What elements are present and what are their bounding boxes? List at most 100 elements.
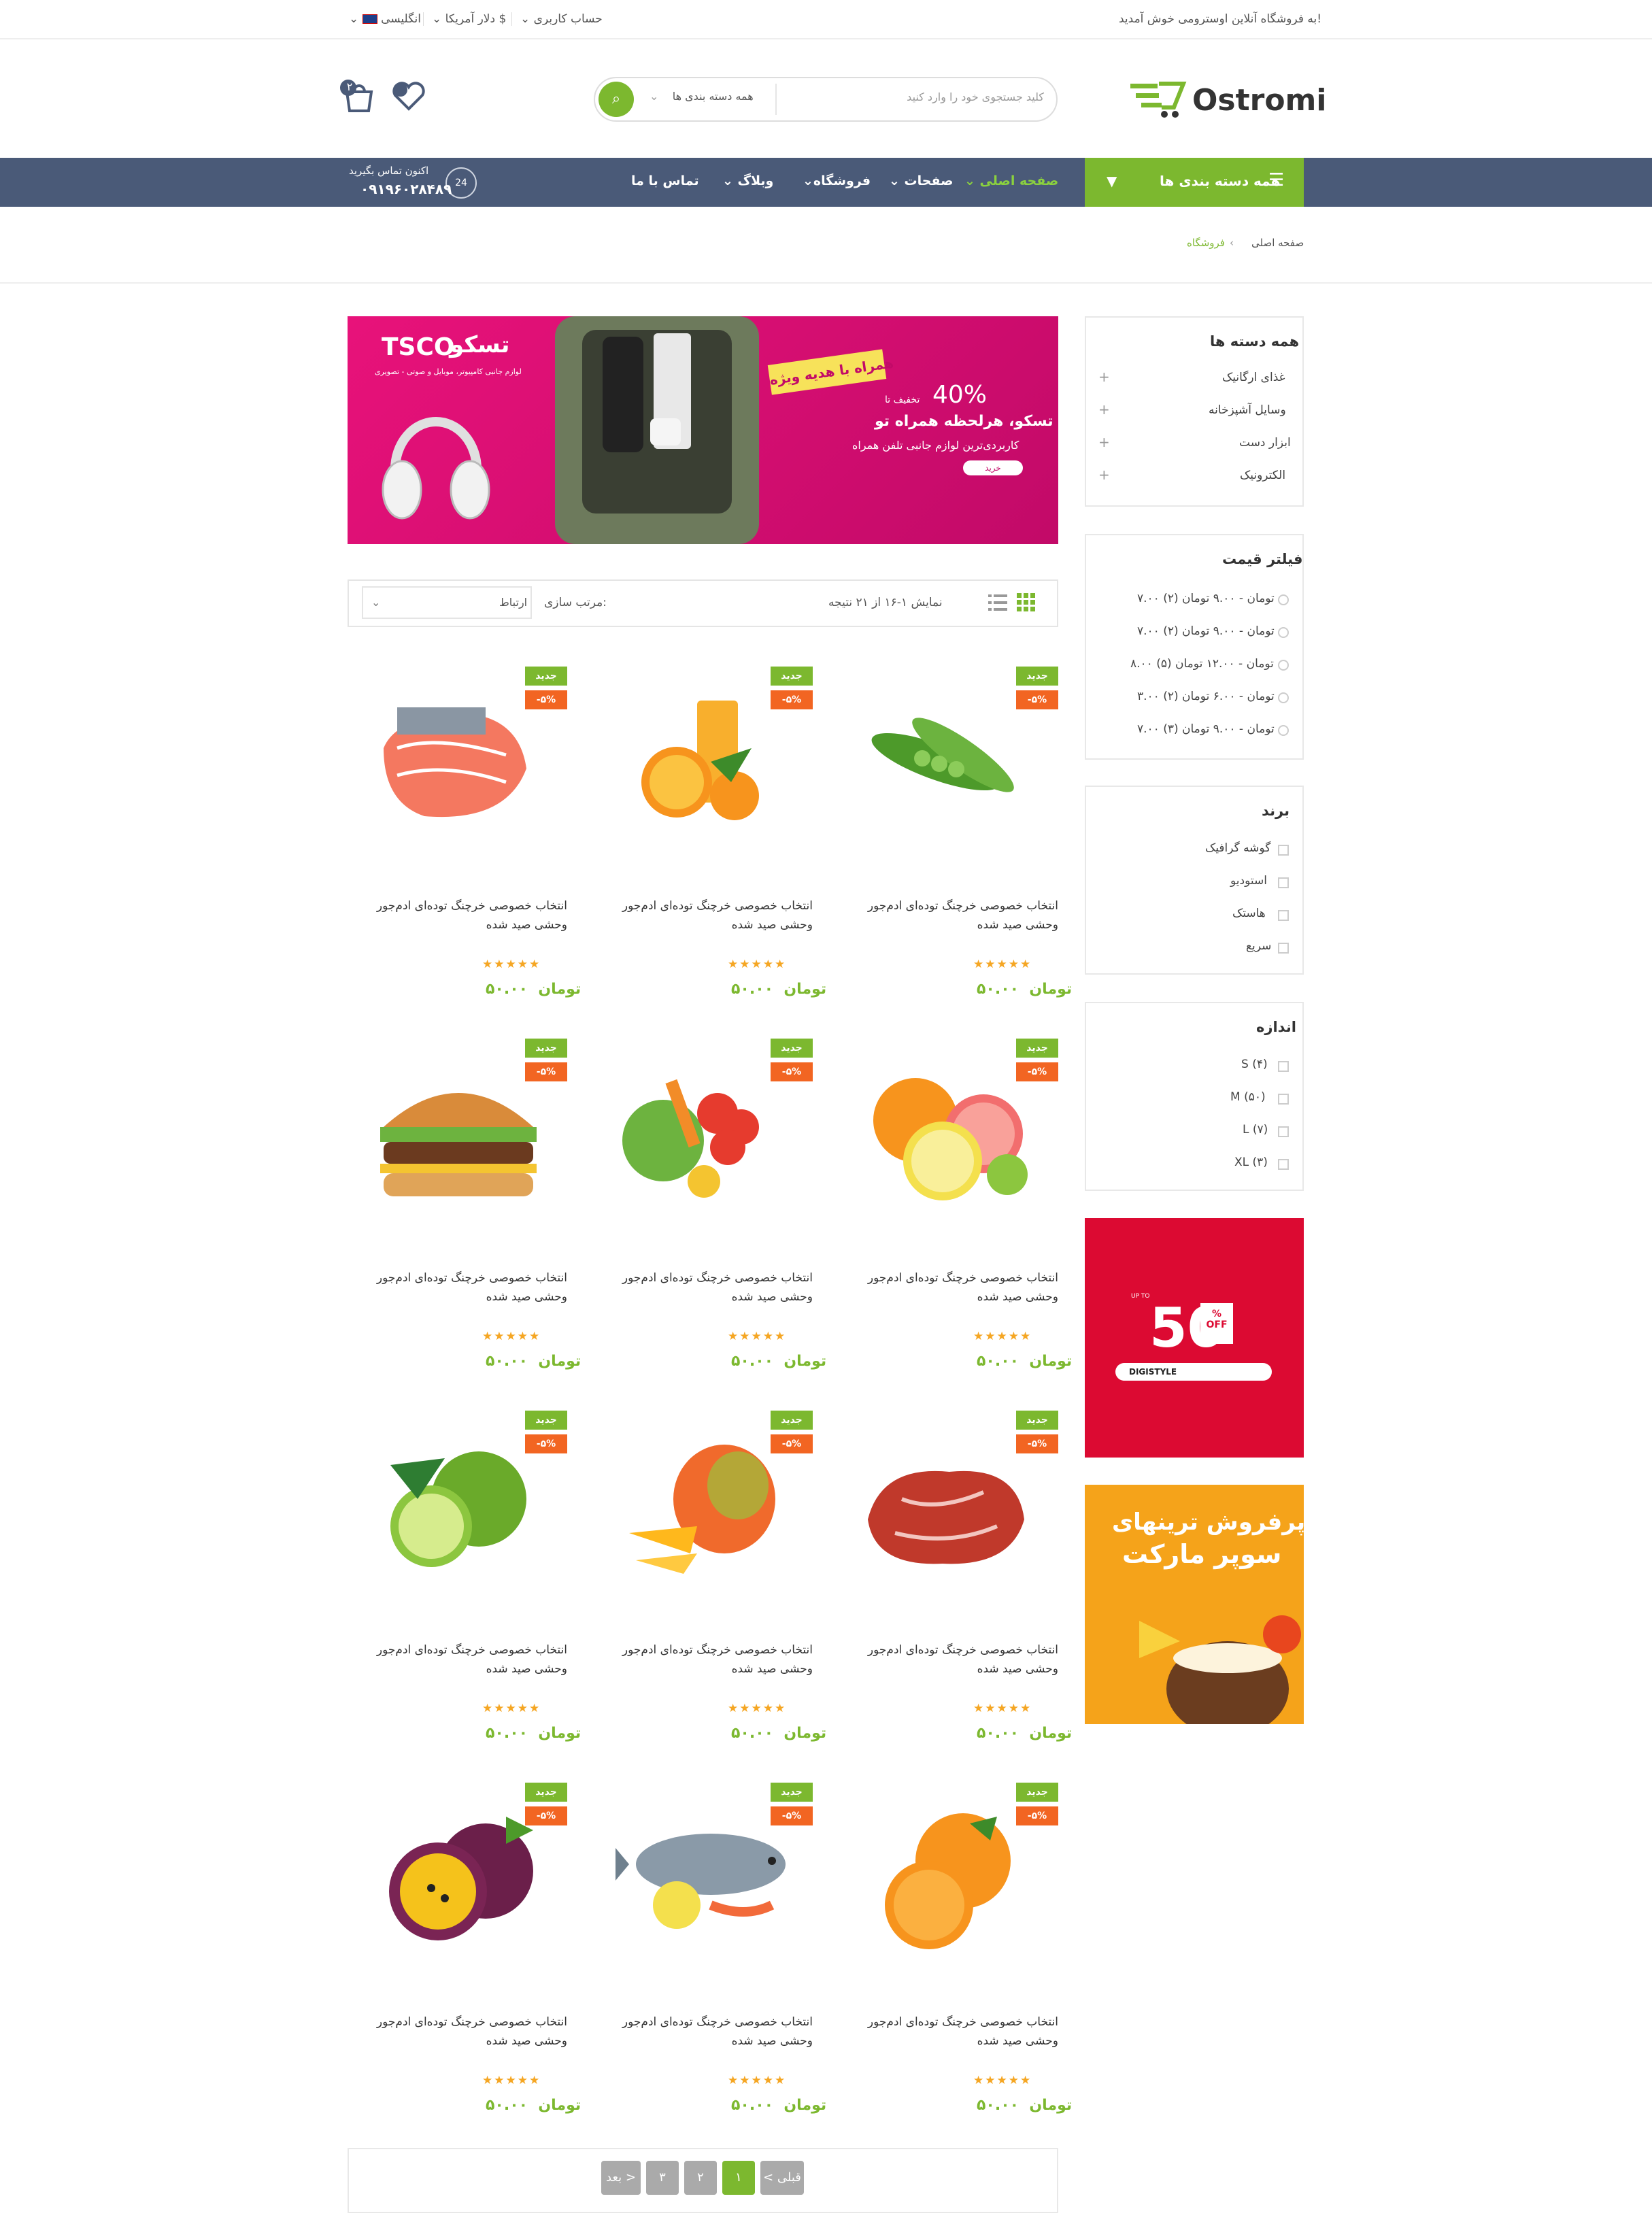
vegetables-icon[interactable] <box>616 1066 792 1209</box>
breadcrumb-home[interactable]: صفحه اصلی <box>1251 237 1304 249</box>
category-menu-button[interactable]: ▼ همه دسته بندی ها ☰ <box>1085 158 1304 207</box>
category-item[interactable]: ابزار دست <box>1239 436 1291 450</box>
pagination-next[interactable]: بعد > <box>601 2161 641 2195</box>
brand-checkbox[interactable] <box>1278 877 1289 888</box>
product-card[interactable]: جدید -۵% انتخاب خصوصی خرچنگ توده‌ای ادم‌جو… <box>841 1411 1072 1781</box>
peas-icon[interactable] <box>861 694 1038 837</box>
promo-banner[interactable]: TSCO تسکو لوازم جانبی کامپیوتر، موبایل و… <box>348 316 1058 544</box>
category-item[interactable]: غذای ارگانیک <box>1222 371 1285 384</box>
plus-icon[interactable]: + <box>1098 369 1110 385</box>
brand-option[interactable]: سریع <box>1246 939 1271 953</box>
nav-item-pages[interactable]: ⌄ صفحات <box>889 173 954 188</box>
product-title[interactable]: انتخاب خصوصی خرچنگ توده‌ای ادم‌جور وحشی ص… <box>356 896 567 935</box>
product-title[interactable]: انتخاب خصوصی خرچنگ توده‌ای ادم‌جور وحشی ص… <box>602 896 813 935</box>
list-view-icon[interactable] <box>988 593 1007 615</box>
product-card[interactable]: جدید -۵% انتخاب خصوصی خرچنگ توده‌ای ادم‌جو… <box>350 1783 581 2153</box>
currency-selector[interactable]: ⌄ دلار آمریکا $ <box>423 12 506 26</box>
price-option[interactable]: ۷.۰۰ تومان - ۹.۰۰ تومان (۳) <box>1137 722 1275 736</box>
search-button[interactable]: ⌕ <box>599 82 634 117</box>
fish-icon[interactable] <box>616 1810 792 1953</box>
price-radio[interactable] <box>1278 660 1289 671</box>
contact-phone[interactable]: ۰۹۱۹۶۰۲۸۴۸۹ <box>360 181 452 197</box>
product-card[interactable]: جدید -۵% انتخاب خصوصی خرچنگ توده‌ای ادم‌جو… <box>841 1039 1072 1409</box>
product-title[interactable]: انتخاب خصوصی خرچنگ توده‌ای ادم‌جور وحشی ص… <box>847 2013 1058 2051</box>
product-card[interactable]: جدید -۵% انتخاب خصوصی خرچنگ توده‌ای ادم‌جو… <box>350 667 581 1037</box>
size-option[interactable]: S (۴) <box>1241 1058 1268 1071</box>
pagination-page[interactable]: ۲ <box>684 2161 717 2195</box>
citrus-icon[interactable] <box>861 1066 1038 1209</box>
burger-icon[interactable] <box>370 1066 547 1209</box>
language-selector[interactable]: ⌄ انگلیسی <box>349 12 421 26</box>
salmon-icon[interactable] <box>370 694 547 837</box>
nav-item-blog[interactable]: ⌄ وبلاگ <box>722 173 773 188</box>
product-card[interactable]: جدید -۵% انتخاب خصوصی خرچنگ توده‌ای ادم‌جو… <box>841 1783 1072 2153</box>
orange-juice-icon[interactable] <box>616 694 792 837</box>
category-item[interactable]: وسایل آشپزخانه <box>1209 403 1286 417</box>
price-option[interactable]: ۷.۰۰ تومان - ۹.۰۰ تومان (۲) <box>1137 624 1275 638</box>
pagination-page[interactable]: ۳ <box>646 2161 679 2195</box>
product-title[interactable]: انتخاب خصوصی خرچنگ توده‌ای ادم‌جور وحشی ص… <box>602 2013 813 2051</box>
plus-icon[interactable]: + <box>1098 467 1110 483</box>
brand-option[interactable]: گوشه گرافیک <box>1205 841 1270 855</box>
passion-fruit-icon[interactable] <box>370 1810 547 1953</box>
product-card[interactable]: جدید -۵% انتخاب خصوصی خرچنگ توده‌ای ادم‌جو… <box>595 1783 826 2153</box>
product-title[interactable]: انتخاب خصوصی خرچنگ توده‌ای ادم‌جور وحشی ص… <box>356 1268 567 1307</box>
product-title[interactable]: انتخاب خصوصی خرچنگ توده‌ای ادم‌جور وحشی ص… <box>602 1640 813 1679</box>
search-category-select[interactable]: ⌄ همه دسته بندی ها <box>650 90 754 103</box>
size-option[interactable]: M (۵۰) <box>1230 1090 1266 1104</box>
orange-icon[interactable] <box>861 1810 1038 1953</box>
product-card[interactable]: جدید -۵% انتخاب خصوصی خرچنگ توده‌ای ادم‌جو… <box>595 1039 826 1409</box>
wishlist-icon[interactable] <box>391 80 426 113</box>
price-option[interactable]: ۸.۰۰ تومان - ۱۲.۰۰ تومان (۵) <box>1130 657 1274 671</box>
product-title[interactable]: انتخاب خصوصی خرچنگ توده‌ای ادم‌جور وحشی ص… <box>847 1268 1058 1307</box>
contact-label: اکنون تماس بگیرید <box>349 165 429 177</box>
product-price: تومان ۵۰.۰۰ <box>486 1353 581 1370</box>
product-card[interactable]: جدید -۵% انتخاب خصوصی خرچنگ توده‌ای ادم‌جو… <box>841 667 1072 1037</box>
size-checkbox[interactable] <box>1278 1159 1289 1170</box>
price-option[interactable]: ۳.۰۰ تومان - ۶.۰۰ تومان (۲) <box>1137 690 1275 703</box>
price-radio[interactable] <box>1278 725 1289 736</box>
product-title[interactable]: انتخاب خصوصی خرچنگ توده‌ای ادم‌جور وحشی ص… <box>356 2013 567 2051</box>
nav-item-contact[interactable]: تماس با ما <box>631 173 699 188</box>
logo[interactable]: Ostromi <box>1192 83 1326 118</box>
price-radio[interactable] <box>1278 627 1289 638</box>
size-checkbox[interactable] <box>1278 1126 1289 1137</box>
brand-checkbox[interactable] <box>1278 845 1289 856</box>
price-radio[interactable] <box>1278 594 1289 605</box>
product-card[interactable]: جدید -۵% انتخاب خصوصی خرچنگ توده‌ای ادم‌جو… <box>595 1411 826 1781</box>
plus-icon[interactable]: + <box>1098 434 1110 450</box>
search-input[interactable]: کلید جستجوی خود را وارد کنید <box>874 90 1044 103</box>
size-checkbox[interactable] <box>1278 1061 1289 1072</box>
nav-item-home[interactable]: ⌄ صفحه اصلی <box>964 173 1058 188</box>
product-card[interactable]: جدید -۵% انتخاب خصوصی خرچنگ توده‌ای ادم‌جو… <box>350 1411 581 1781</box>
category-item[interactable]: الکترونیک <box>1240 469 1285 482</box>
product-title[interactable]: انتخاب خصوصی خرچنگ توده‌ای ادم‌جور وحشی ص… <box>356 1640 567 1679</box>
pagination-page[interactable]: ۱ <box>722 2161 755 2195</box>
account-menu[interactable]: ⌄ حساب کاربری <box>511 12 603 26</box>
brand-checkbox[interactable] <box>1278 910 1289 921</box>
sort-select[interactable]: ⌄ ارتباط <box>362 586 532 619</box>
product-card[interactable]: جدید -۵% انتخاب خصوصی خرچنگ توده‌ای ادم‌جو… <box>595 667 826 1037</box>
size-option[interactable]: L (۷) <box>1243 1123 1268 1137</box>
mango-icon[interactable] <box>616 1438 792 1581</box>
meat-icon[interactable] <box>861 1438 1038 1581</box>
brand-checkbox[interactable] <box>1278 943 1289 954</box>
grid-view-icon[interactable] <box>1017 593 1036 615</box>
pagination-prev[interactable]: < قبلی <box>760 2161 804 2195</box>
brand-option[interactable]: هاستک <box>1232 907 1266 920</box>
product-title[interactable]: انتخاب خصوصی خرچنگ توده‌ای ادم‌جور وحشی ص… <box>602 1268 813 1307</box>
supermarket-ad[interactable]: پرفروش ترینهای سوپر مارکت <box>1085 1485 1304 1724</box>
banner-buy-button[interactable]: خرید <box>963 460 1023 475</box>
plus-icon[interactable]: + <box>1098 401 1110 418</box>
size-checkbox[interactable] <box>1278 1094 1289 1105</box>
sale-ad[interactable]: UP TO 50 % OFF DIGISTYLE <box>1085 1218 1304 1458</box>
size-option[interactable]: XL (۳) <box>1234 1156 1268 1169</box>
product-card[interactable]: جدید -۵% انتخاب خصوصی خرچنگ توده‌ای ادم‌جو… <box>350 1039 581 1409</box>
lime-icon[interactable] <box>370 1438 547 1581</box>
nav-item-shop[interactable]: ⌄فروشگاه <box>803 173 871 188</box>
price-radio[interactable] <box>1278 692 1289 703</box>
product-title[interactable]: انتخاب خصوصی خرچنگ توده‌ای ادم‌جور وحشی ص… <box>847 896 1058 935</box>
price-option[interactable]: ۷.۰۰ تومان - ۹.۰۰ تومان (۲) <box>1137 592 1275 605</box>
brand-option[interactable]: استودیو <box>1230 874 1267 888</box>
product-title[interactable]: انتخاب خصوصی خرچنگ توده‌ای ادم‌جور وحشی ص… <box>847 1640 1058 1679</box>
